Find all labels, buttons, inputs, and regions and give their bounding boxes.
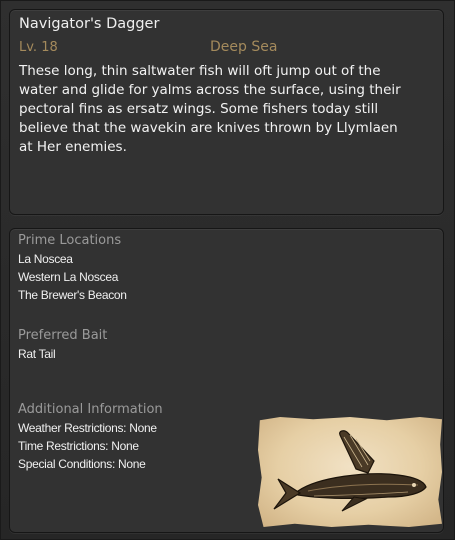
- flying-fish-sketch-icon: [273, 430, 427, 512]
- location-item: The Brewer's Beacon: [18, 288, 127, 302]
- flying-fish-sketch-image: [258, 417, 442, 527]
- fish-details-panel: Prime Locations La Noscea Western La Nos…: [9, 228, 444, 533]
- location-item: Western La Noscea: [18, 270, 119, 284]
- info-item-conditions: Special Conditions: None: [18, 457, 146, 471]
- fish-area: Deep Sea: [210, 39, 278, 55]
- preferred-bait-heading: Preferred Bait: [18, 328, 108, 343]
- fish-level: Lv. 18: [19, 40, 58, 55]
- prime-locations-heading: Prime Locations: [18, 233, 122, 248]
- bait-item: Rat Tail: [18, 347, 56, 361]
- location-item: La Noscea: [18, 252, 73, 266]
- fish-name: Navigator's Dagger: [19, 16, 160, 32]
- info-item-time: Time Restrictions: None: [18, 439, 139, 453]
- fish-description: These long, thin saltwater fish will oft…: [19, 63, 401, 155]
- fish-guide-window: Navigator's Dagger Lv. 18 Deep Sea These…: [0, 0, 455, 540]
- additional-info-heading: Additional Information: [18, 402, 163, 417]
- info-item-weather: Weather Restrictions: None: [18, 421, 157, 435]
- fish-info-panel: Navigator's Dagger Lv. 18 Deep Sea These…: [9, 9, 444, 215]
